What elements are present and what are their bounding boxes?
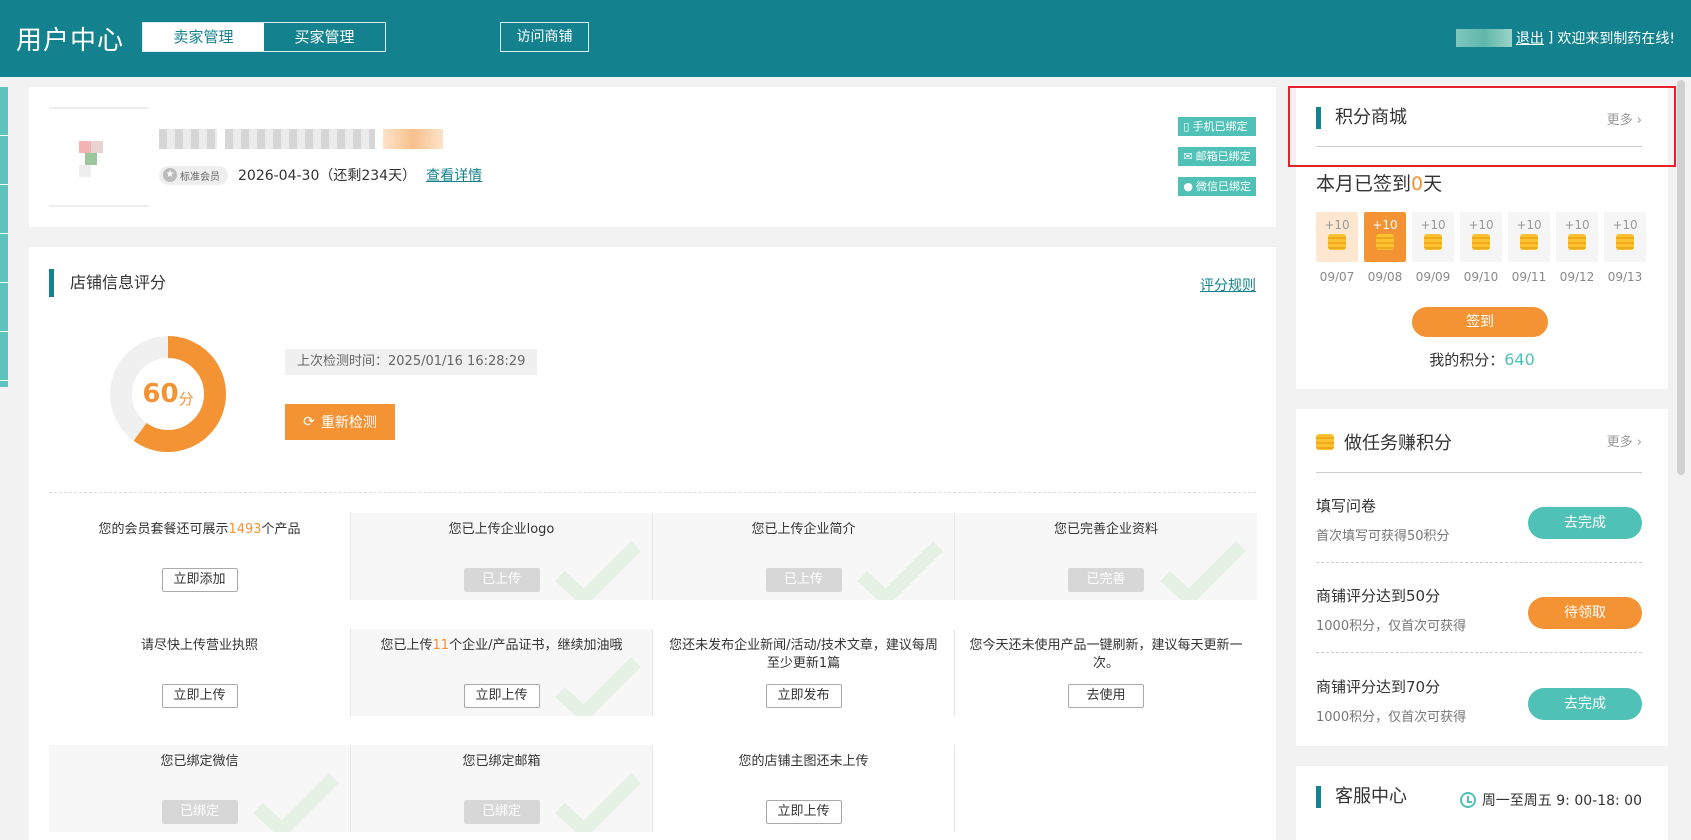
top-header: 用户中心 卖家管理 买家管理 访问商铺 退出 ] 欢迎来到制药在线! (0, 0, 1691, 77)
task-card: 您还未发布企业新闻/活动/技术文章，建议每周至少更新1篇 立即发布 (653, 629, 955, 716)
task-grid: 您的会员套餐还可展示1493个产品 立即添加 您已上传企业logo 已上传 您已… (49, 513, 1257, 840)
coin-icon (1472, 234, 1490, 250)
member-badge: ★ 标准会员 (159, 165, 228, 185)
upload-banner-button[interactable]: 立即上传 (765, 800, 842, 824)
coin-icon (1316, 434, 1334, 450)
sign-in-button[interactable]: 签到 (1412, 307, 1548, 337)
go-complete-button[interactable]: 去完成 (1528, 688, 1642, 720)
signed-days: 本月已签到0天 (1316, 173, 1443, 195)
visit-shop-button[interactable]: 访问商铺 (500, 22, 589, 52)
username-blurred (1455, 29, 1512, 47)
sidebar-stub[interactable] (0, 87, 8, 387)
earn-task-item: 填写问卷 首次填写可获得50积分 去完成 (1316, 473, 1642, 563)
checkin-day: +10 09/09 (1412, 212, 1454, 284)
clock-icon (1459, 792, 1476, 808)
task-card: 您已绑定微信 已绑定 (49, 745, 351, 832)
wechat-bound-button: 已绑定 (161, 800, 238, 824)
checkin-days: +10 09/07 +10 09/08 +10 09/09 +10 09/10 +10 0… (1316, 212, 1646, 284)
checkin-day: +10 09/07 (1316, 212, 1358, 284)
checkin-day: +10 09/12 (1556, 212, 1598, 284)
section-title: 店铺信息评分 (49, 269, 166, 297)
task-card: 您已上传11个企业/产品证书，继续加油哦 立即上传 (351, 629, 653, 716)
highlight-box (1288, 86, 1676, 167)
uploaded-button: 已上传 (463, 568, 540, 592)
page-title: 用户中心 (16, 26, 125, 56)
bracket: ] (1547, 30, 1554, 46)
task-card: 您的店铺主图还未上传 立即上传 (653, 745, 955, 832)
earn-more-link[interactable]: 更多 › (1607, 431, 1642, 450)
phone-bound-badge: ▯ 手机已绑定 (1178, 117, 1256, 136)
tab-buyer[interactable]: 买家管理 (264, 23, 385, 51)
score-value: 60 分 (142, 379, 194, 409)
recheck-button[interactable]: ⟳ 重新检测 (285, 404, 395, 440)
wechat-bound-badge: ● 微信已绑定 (1178, 177, 1256, 196)
coin-icon (1568, 234, 1586, 250)
last-check-time: 上次检测时间：2025/01/16 16:28:29 (285, 349, 538, 375)
task-card-empty (955, 745, 1257, 832)
role-tabs: 卖家管理 买家管理 (142, 22, 386, 52)
tab-seller[interactable]: 卖家管理 (143, 23, 264, 51)
checkin-day: +10 09/11 (1508, 212, 1550, 284)
refresh-icon: ⟳ (303, 414, 315, 430)
chevron-right-icon: › (1636, 435, 1642, 450)
checkin-day: +10 09/10 (1460, 212, 1502, 284)
earn-task-item: 商铺评分达到50分 1000积分，仅首次可获得 待领取 (1316, 563, 1642, 653)
task-card: 您已上传企业简介 已上传 (653, 513, 955, 600)
task-card: 您已完善企业资料 已完善 (955, 513, 1257, 600)
coin-icon (1376, 234, 1394, 250)
phone-icon: ▯ (1183, 120, 1190, 133)
scrollbar[interactable] (1677, 80, 1685, 475)
service-title: 客服中心 (1316, 786, 1407, 808)
task-card: 请尽快上传营业执照 立即上传 (49, 629, 351, 716)
task-card: 您已上传企业logo 已上传 (351, 513, 653, 600)
coin-icon (1616, 234, 1634, 250)
mail-icon: ✉ (1183, 150, 1193, 163)
earn-points-card: 做任务赚积分 更多 › 填写问卷 首次填写可获得50积分 去完成 商铺评分达到5… (1296, 409, 1668, 746)
add-product-button[interactable]: 立即添加 (161, 568, 238, 592)
welcome-text: 欢迎来到制药在线! (1557, 31, 1675, 47)
service-hours: 周一至周五 9: 00-18: 00 (1459, 790, 1642, 810)
expiry-date: 2026-04-30（还剩234天） (238, 168, 417, 184)
coin-icon (1328, 234, 1346, 250)
claim-button[interactable]: 待领取 (1528, 597, 1642, 629)
member-row: ★ 标准会员 2026-04-30（还剩234天） 查看详情 (159, 165, 482, 185)
upload-license-button[interactable]: 立即上传 (161, 684, 238, 708)
profile-card: ★ 标准会员 2026-04-30（还剩234天） 查看详情 ▯ 手机已绑定 ✉ 邮… (29, 87, 1276, 227)
my-points: 我的积分：640 (1429, 350, 1535, 369)
divider (49, 492, 1256, 493)
use-refresh-button[interactable]: 去使用 (1068, 684, 1144, 708)
go-complete-button[interactable]: 去完成 (1528, 507, 1642, 539)
service-center-card: 客服中心 周一至周五 9: 00-18: 00 (1296, 766, 1668, 840)
upload-certificate-button[interactable]: 立即上传 (463, 684, 540, 708)
wechat-icon: ● (1183, 180, 1193, 193)
checkin-day: +10 09/13 (1604, 212, 1646, 284)
publish-news-button[interactable]: 立即发布 (765, 684, 842, 708)
checkin-day-today: +10 09/08 (1364, 212, 1406, 284)
binding-tags: ▯ 手机已绑定 ✉ 邮箱已绑定 ● 微信已绑定 (1178, 117, 1256, 196)
task-card: 您今天还未使用产品一键刷新，建议每天更新一次。 去使用 (955, 629, 1257, 716)
task-card: 您的会员套餐还可展示1493个产品 立即添加 (49, 513, 351, 600)
company-name-blurred (159, 129, 443, 149)
user-area: 退出 ] 欢迎来到制药在线! (1455, 28, 1675, 48)
coin-icon (1520, 234, 1538, 250)
view-details-link[interactable]: 查看详情 (426, 165, 482, 185)
shop-score-card: 店铺信息评分 评分规则 60 分 上次检测时间：2025/01/16 16:28:… (29, 247, 1276, 840)
earn-title: 做任务赚积分 (1316, 429, 1452, 455)
logout-link[interactable]: 退出 (1516, 28, 1544, 48)
earn-task-item: 商铺评分达到70分 1000积分，仅首次可获得 去完成 (1316, 654, 1642, 744)
uploaded-button: 已上传 (765, 568, 842, 592)
email-bound-badge: ✉ 邮箱已绑定 (1178, 147, 1256, 166)
completed-button: 已完善 (1068, 568, 1144, 592)
task-card: 您已绑定邮箱 已绑定 (351, 745, 653, 832)
coin-icon (1424, 234, 1442, 250)
email-bound-button: 已绑定 (463, 800, 540, 824)
score-rules-link[interactable]: 评分规则 (1200, 275, 1256, 295)
avatar (49, 107, 149, 207)
star-icon: ★ (163, 168, 177, 182)
